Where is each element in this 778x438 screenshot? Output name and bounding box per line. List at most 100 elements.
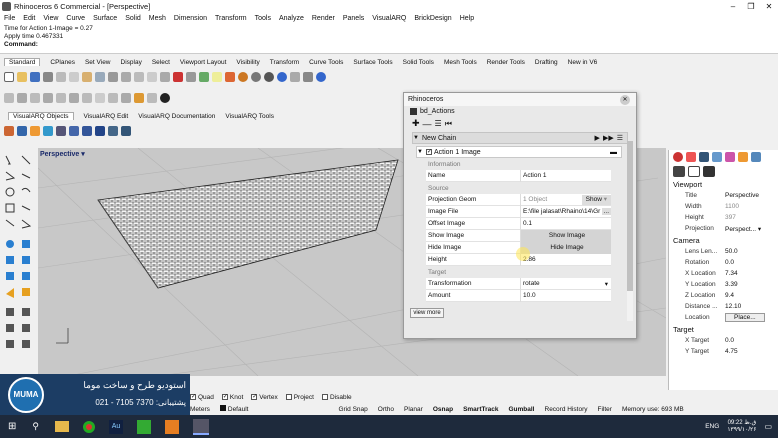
list-icon[interactable]: ☰ [435, 119, 442, 128]
text-icon[interactable] [95, 93, 105, 103]
tab-new-in-v6[interactable]: New in V6 [568, 59, 598, 66]
tab-mesh-tools[interactable]: Mesh Tools [444, 59, 477, 66]
options-icon[interactable] [290, 72, 300, 82]
viewport-label[interactable]: Perspective ▾ [40, 150, 85, 158]
menu-panels[interactable]: Panels [343, 15, 364, 22]
distance-field[interactable]: 12.10 [725, 303, 741, 310]
tab-select[interactable]: Select [152, 59, 170, 66]
osnap-checkbox[interactable]: ✓ [190, 393, 196, 400]
units-label[interactable]: Meters [190, 406, 210, 413]
tab-transform[interactable]: Transform [270, 59, 299, 66]
camera-icon[interactable] [673, 165, 685, 177]
name-field[interactable]: Action 1 [520, 169, 611, 182]
planar-toggle[interactable]: Planar [404, 406, 423, 413]
smarttrack-toggle[interactable]: SmartTrack [463, 406, 498, 413]
space-icon[interactable] [108, 126, 118, 136]
remove-icon[interactable]: — [423, 119, 432, 129]
osnap-vertex[interactable]: ✓ Vertex [251, 393, 278, 401]
gumball-toggle[interactable]: Gumball [508, 406, 534, 413]
rhino-taskbar-icon[interactable] [192, 418, 209, 435]
group-icon[interactable] [147, 93, 157, 103]
chain-menu-icon[interactable]: ☰ [617, 134, 623, 142]
open-icon[interactable] [17, 72, 27, 82]
shaded-sphere-icon[interactable] [251, 72, 261, 82]
grid-icon[interactable] [186, 72, 196, 82]
level-icon[interactable] [121, 126, 131, 136]
grid-snap-toggle[interactable]: Grid Snap [338, 406, 367, 413]
tab-visualarq-edit[interactable]: VisualARQ Edit [84, 113, 129, 120]
play-step-icon[interactable]: ▶▶ [603, 134, 614, 142]
zoom-icon[interactable] [134, 72, 144, 82]
cut-icon[interactable] [56, 72, 66, 82]
osnap-toggle[interactable]: Osnap [433, 406, 453, 413]
paste-icon[interactable] [82, 72, 92, 82]
search-icon[interactable]: ⚲ [32, 421, 39, 432]
render-icon[interactable] [238, 72, 248, 82]
properties-tab-icon[interactable] [673, 152, 683, 162]
language-indicator[interactable]: ENG [705, 423, 719, 430]
menu-edit[interactable]: Edit [23, 15, 35, 22]
dialog-scrollbar[interactable] [627, 141, 633, 321]
settings-icon[interactable] [303, 72, 313, 82]
undo-icon[interactable] [95, 72, 105, 82]
y-target-field[interactable]: 4.75 [725, 348, 738, 355]
action-enabled-checkbox[interactable]: ✓ [426, 149, 432, 155]
notifications-icon[interactable]: ▭ [764, 422, 772, 431]
ortho-toggle[interactable]: Ortho [378, 406, 394, 413]
x-target-field[interactable]: 0.0 [725, 337, 734, 344]
select-icon[interactable] [4, 93, 14, 103]
rotate-icon[interactable] [43, 93, 53, 103]
filter-toggle[interactable]: Filter [597, 406, 611, 413]
menu-brickdesign[interactable]: BrickDesign [414, 15, 451, 22]
tab-visibility[interactable]: Visibility [236, 59, 259, 66]
layer-icon[interactable] [199, 72, 209, 82]
transformation-select[interactable]: rotate ▾ [520, 277, 611, 290]
tab-render-tools[interactable]: Render Tools [487, 59, 525, 66]
collapse-chain-icon[interactable]: ▼ [413, 135, 422, 141]
image-file-field[interactable]: E:\file jalasat\Rhaino\14\Gr [523, 208, 602, 215]
add-icon[interactable]: ✚ [412, 118, 420, 129]
roof-icon[interactable] [95, 126, 105, 136]
tab-curve-tools[interactable]: Curve Tools [309, 59, 343, 66]
tab-visualarq-tools[interactable]: VisualARQ Tools [225, 113, 274, 120]
layer-indicator[interactable]: Default [219, 405, 248, 413]
slab-icon[interactable] [17, 126, 27, 136]
chrome-icon[interactable] [82, 420, 95, 433]
texture-icon[interactable] [703, 165, 715, 177]
minimize-icon[interactable]: – [724, 2, 742, 11]
object-icon[interactable] [688, 165, 700, 177]
rotate-view-icon[interactable] [121, 72, 131, 82]
help-icon[interactable] [316, 72, 326, 82]
help-tab-icon[interactable] [712, 152, 722, 162]
menu-file[interactable]: File [4, 15, 15, 22]
window-icon[interactable] [30, 126, 40, 136]
skip-back-icon[interactable]: ⏮ [445, 119, 452, 129]
array-icon[interactable] [82, 93, 92, 103]
collapse-action-icon[interactable]: ▼ [417, 149, 426, 155]
amount-field[interactable]: 10.0 [520, 289, 611, 302]
wall-icon[interactable] [4, 126, 14, 136]
door-icon[interactable] [43, 126, 53, 136]
light-icon[interactable] [212, 72, 222, 82]
action-menu-icon[interactable]: ▬ [610, 149, 617, 156]
osnap-disable[interactable]: Disable [321, 394, 352, 401]
sphere-icon[interactable] [264, 72, 274, 82]
tab-solid-tools[interactable]: Solid Tools [403, 59, 434, 66]
hide-icon[interactable] [121, 93, 131, 103]
brick-surface[interactable] [97, 159, 399, 289]
viewport-title-field[interactable]: Perspective [725, 192, 759, 199]
place-button[interactable]: Place... [725, 313, 765, 322]
lock-icon[interactable] [134, 93, 144, 103]
tab-display[interactable]: Display [121, 59, 142, 66]
y-location-field[interactable]: 3.39 [725, 281, 738, 288]
osnap-checkbox[interactable]: ✓ [221, 393, 228, 400]
layers-tab-icon[interactable] [686, 152, 696, 162]
osnap-quad[interactable]: ✓ Quad [190, 394, 214, 401]
tab-viewport-layout[interactable]: Viewport Layout [180, 59, 227, 66]
zoom-extents-icon[interactable] [160, 72, 170, 82]
menu-solid[interactable]: Solid [125, 15, 141, 22]
osnap-checkbox[interactable]: ✓ [251, 393, 257, 400]
menu-transform[interactable]: Transform [215, 15, 247, 22]
osnap-knot[interactable]: ✓ Knot [221, 393, 243, 401]
action-row[interactable]: ▼ ✓ Action 1 Image ▬ [416, 146, 622, 158]
